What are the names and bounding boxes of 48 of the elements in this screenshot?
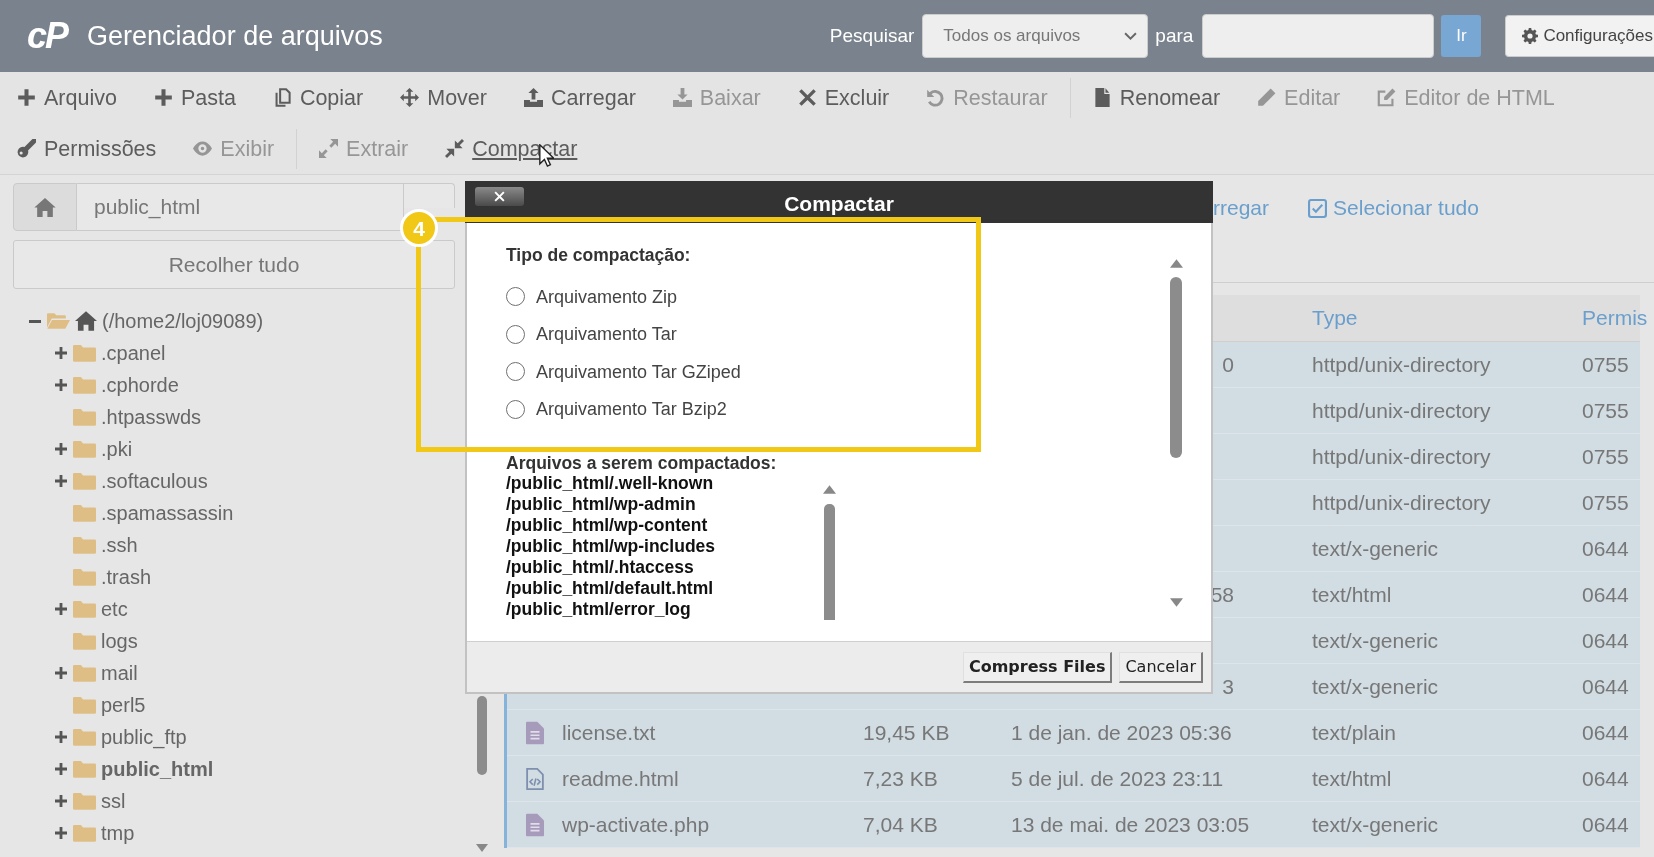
modified-date: 5 de jul. de 2023 23:11	[1011, 765, 1225, 792]
mime-type: httpd/unix-directory	[1312, 397, 1492, 424]
dialog-title: Compactar	[784, 192, 894, 215]
permissions: 0644	[1582, 627, 1630, 654]
mime-type: httpd/unix-directory	[1312, 443, 1492, 470]
permissions: 0644	[1582, 811, 1630, 838]
permissions: 0644	[1582, 765, 1630, 792]
modified-date: 0	[1222, 351, 1234, 378]
modified-date: 3	[1222, 673, 1234, 700]
permissions: 0644	[1582, 581, 1630, 608]
file-path: /public_html/.htaccess	[506, 557, 695, 578]
step-marker: 4	[400, 209, 438, 247]
file-path: /public_html/default.html	[506, 578, 715, 599]
file-size: 7,04 KB	[863, 811, 939, 838]
file-size: 7,23 KB	[863, 765, 939, 792]
file-path: /public_html/wp-admin	[506, 494, 697, 515]
permissions: 0755	[1582, 397, 1630, 424]
permissions: 0644	[1582, 673, 1630, 700]
mime-type: text/x-generic	[1312, 535, 1440, 562]
mime-type: httpd/unix-directory	[1312, 489, 1492, 516]
mime-type: text/html	[1312, 765, 1393, 792]
mime-type: text/x-generic	[1312, 811, 1440, 838]
mime-type: text/plain	[1312, 719, 1398, 746]
mime-type: text/x-generic	[1312, 627, 1440, 654]
modified-date: 1 de jan. de 2023 05:36	[1011, 719, 1233, 746]
file-path: /public_html/wp-content	[506, 515, 709, 536]
mime-type: httpd/unix-directory	[1312, 351, 1492, 378]
file-path: /public_html/error_log	[506, 599, 692, 620]
file-path: /public_html/wp-includes	[506, 536, 717, 557]
file-size: 19,45 KB	[863, 719, 951, 746]
mime-type: text/html	[1312, 581, 1393, 608]
permissions: 0755	[1582, 443, 1630, 470]
mime-type: text/x-generic	[1312, 673, 1440, 700]
for-label: para	[1155, 24, 1194, 48]
logo: cP	[27, 16, 68, 56]
section-label: Arquivos a serem compactados:	[506, 453, 778, 473]
app-title: Gerenciador de arquivos	[87, 20, 383, 52]
permissions: 0644	[1582, 719, 1630, 746]
permissions: 0644	[1582, 535, 1630, 562]
file-name: license.txt	[562, 719, 657, 746]
file-name: readme.html	[562, 765, 680, 792]
permissions: 0755	[1582, 489, 1630, 516]
permissions: 0755	[1582, 351, 1630, 378]
file-name: wp-activate.php	[562, 811, 711, 838]
section-label: Tipo de compactação:	[506, 244, 692, 266]
search-label: Pesquisar	[829, 24, 915, 48]
file-path: /public_html/.well-known	[506, 473, 715, 494]
modified-date: 13 de mai. de 2023 03:05	[1011, 811, 1251, 838]
